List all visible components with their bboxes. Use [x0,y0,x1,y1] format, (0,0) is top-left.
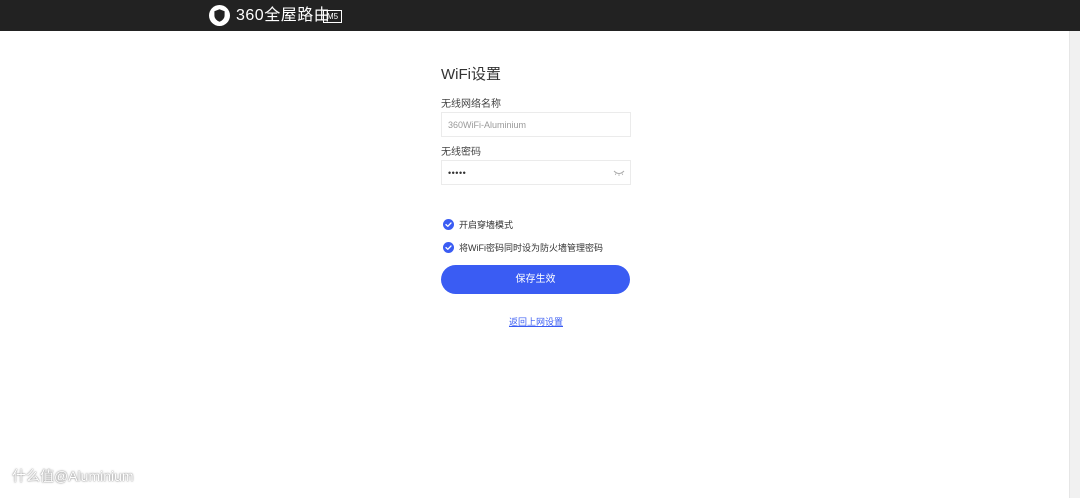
top-bar: 360全屋路由 M5 [0,0,1080,31]
eye-closed-icon[interactable] [613,169,625,177]
password-label: 无线密码 [441,147,481,158]
check-circle-icon[interactable] [443,242,454,253]
page-title: WiFi设置 [441,66,501,83]
password-field-box [441,160,631,185]
option-wall-mode-label: 开启穿墙模式 [459,220,514,230]
scrollbar[interactable] [1069,31,1080,498]
shield-logo-icon [209,5,230,26]
ssid-label: 无线网络名称 [441,99,501,110]
option-firewall-password-label: 将WiFi密码同时设为防火墙管理密码 [459,243,603,253]
password-input[interactable] [442,161,608,184]
ssid-input[interactable] [442,113,608,136]
save-button[interactable]: 保存生效 [441,265,630,294]
ssid-field-box [441,112,631,137]
check-circle-icon[interactable] [443,219,454,230]
back-to-internet-settings-link[interactable]: 返回上网设置 [441,316,631,328]
watermark: 什么值@Aluminium [12,468,134,484]
brand-name: 360全屋路由 [236,7,331,24]
model-badge: M5 [323,10,343,23]
